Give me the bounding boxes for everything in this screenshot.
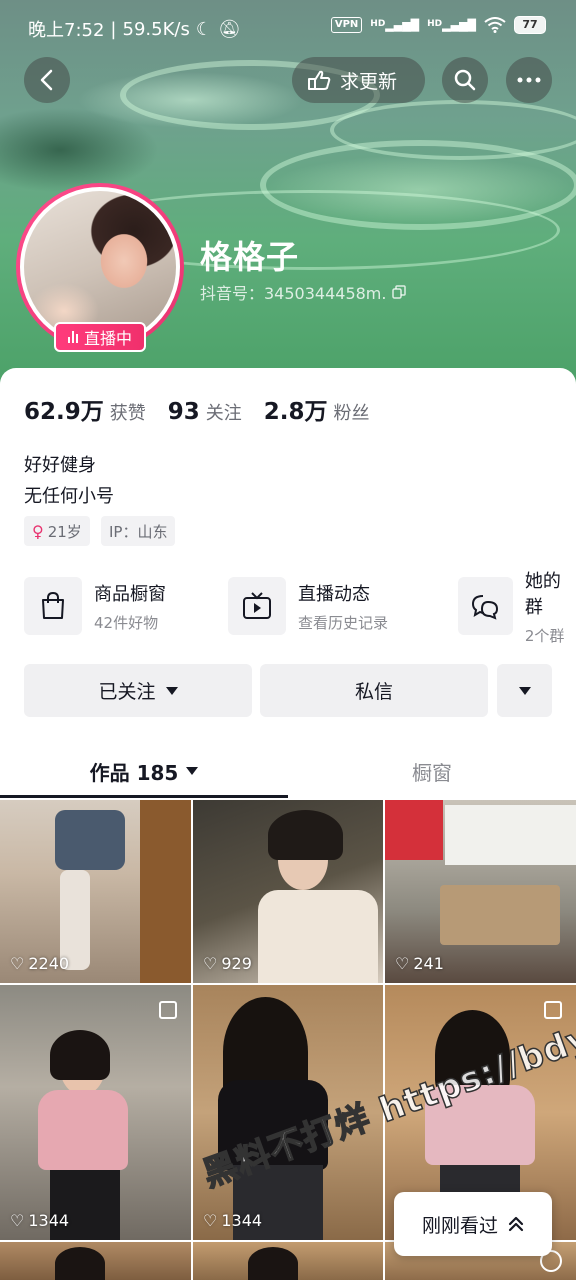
heart-icon: ♡ — [203, 954, 218, 973]
group-chat-icon — [472, 595, 499, 620]
video-item[interactable]: ♡ 1344 — [0, 985, 191, 1240]
live-history-sub: 查看历史记录 — [298, 613, 389, 632]
recently-viewed-label: 刚刚看过 — [421, 1214, 498, 1237]
ip-label: IP：山东 — [109, 522, 168, 541]
shop-window-title: 商品橱窗 — [94, 583, 166, 605]
group-chat-title: 她的群 — [524, 570, 561, 618]
recommend-toggle-button[interactable] — [497, 664, 552, 717]
tab-works[interactable]: 作品 185 — [0, 744, 288, 798]
video-like-count: 1344 — [221, 1211, 263, 1230]
ip-tag: IP：山东 — [101, 516, 176, 546]
content-tabs: 作品 185 橱窗 — [0, 744, 576, 798]
heart-icon: ♡ — [395, 954, 410, 973]
message-label: 私信 — [354, 681, 393, 703]
more-button[interactable] — [506, 57, 552, 103]
wifi-icon — [484, 17, 506, 33]
message-button[interactable]: 私信 — [260, 664, 488, 717]
hand-point-icon — [308, 70, 331, 90]
bio-line-2: 无任何小号 — [24, 486, 114, 507]
bio-line-1: 好好健身 — [24, 455, 96, 476]
video-item[interactable] — [193, 1242, 383, 1280]
age-tag: ♀ 21岁 — [24, 516, 90, 546]
live-label: 直播中 — [83, 329, 132, 348]
video-item[interactable]: ♡ 241 — [385, 800, 576, 983]
caret-down-icon — [186, 767, 199, 775]
request-update-button[interactable]: 求更新 — [292, 57, 425, 103]
signal-icon-2: HD▂▄▆█ — [427, 18, 476, 32]
status-bar: 晚上7:52 | 59.5K/s ☾ 🔕︎ VPN HD▂▄▆█ HD▂▄▆█ … — [0, 14, 576, 44]
network-speed: 59.5K/s — [122, 18, 190, 40]
search-button[interactable] — [442, 57, 488, 103]
live-history-entry[interactable]: 直播动态 查看历史记录 — [228, 576, 388, 636]
video-like-count: 1344 — [28, 1211, 70, 1230]
group-chat-entry[interactable]: 她的群 2个群 — [458, 571, 576, 645]
video-like-count: 2240 — [28, 954, 70, 973]
video-item[interactable]: ♡ 929 — [193, 800, 383, 983]
vpn-icon: VPN — [330, 17, 363, 33]
heart-icon: ♡ — [203, 1211, 218, 1230]
more-icon — [517, 77, 541, 83]
tv-play-icon — [243, 592, 271, 619]
avatar-image — [24, 191, 176, 343]
copy-icon — [392, 285, 407, 299]
video-item[interactable] — [0, 1242, 191, 1280]
followers-label[interactable]: 粉丝 — [334, 399, 370, 425]
video-like-count: 929 — [221, 954, 252, 973]
female-icon: ♀ — [32, 521, 44, 541]
tab-window-label: 橱窗 — [412, 760, 452, 785]
moon-icon: ☾ — [195, 18, 212, 40]
multi-image-icon — [159, 1001, 177, 1019]
live-history-title: 直播动态 — [298, 583, 370, 605]
live-bars-icon — [67, 331, 78, 343]
age-label: 21岁 — [47, 522, 82, 541]
signal-icon: HD▂▄▆█ — [370, 18, 420, 32]
heart-icon: ♡ — [10, 954, 25, 973]
video-like-count: 241 — [413, 954, 444, 973]
douyin-id-text: 抖音号：3450344458m. — [200, 284, 387, 303]
chevron-left-icon — [40, 69, 53, 91]
shop-window-sub: 42件好物 — [94, 613, 159, 632]
followers-count[interactable]: 2.8万 — [264, 392, 328, 426]
stats-row: 62.9万 获赞 93 关注 2.8万 粉丝 — [24, 392, 392, 426]
recently-viewed-button[interactable]: 刚刚看过 — [394, 1192, 552, 1256]
following-count[interactable]: 93 — [168, 399, 200, 425]
following-label[interactable]: 关注 — [206, 399, 242, 425]
mute-icon: 🔕︎ — [217, 18, 241, 40]
status-time: 晚上7:52 — [28, 20, 105, 41]
double-chevron-up-icon — [508, 1216, 524, 1232]
search-icon — [454, 69, 476, 91]
group-chat-sub: 2个群 — [524, 626, 565, 645]
caret-down-icon — [165, 686, 178, 695]
douyin-id[interactable]: 抖音号：3450344458m. — [200, 280, 407, 304]
likes-count: 62.9万 — [24, 399, 104, 425]
request-update-label: 求更新 — [340, 70, 398, 93]
tab-window[interactable]: 橱窗 — [288, 744, 576, 798]
likes-label: 获赞 — [109, 403, 146, 424]
back-button[interactable] — [24, 57, 70, 103]
nickname: 格格子 — [200, 238, 300, 276]
followed-label: 已关注 — [98, 681, 156, 703]
live-badge[interactable]: 直播中 — [54, 322, 146, 352]
battery-icon: 77 — [514, 16, 546, 34]
video-item[interactable]: ♡ 2240 — [0, 800, 191, 983]
tab-indicator — [0, 795, 288, 798]
followed-button[interactable]: 已关注 — [24, 664, 252, 717]
heart-icon: ♡ — [10, 1211, 25, 1230]
caret-down-icon — [518, 686, 531, 695]
shop-window-entry[interactable]: 商品橱窗 42件好物 — [24, 576, 166, 636]
tab-works-label: 作品 185 — [89, 760, 179, 785]
shopping-bag-icon — [42, 591, 64, 619]
